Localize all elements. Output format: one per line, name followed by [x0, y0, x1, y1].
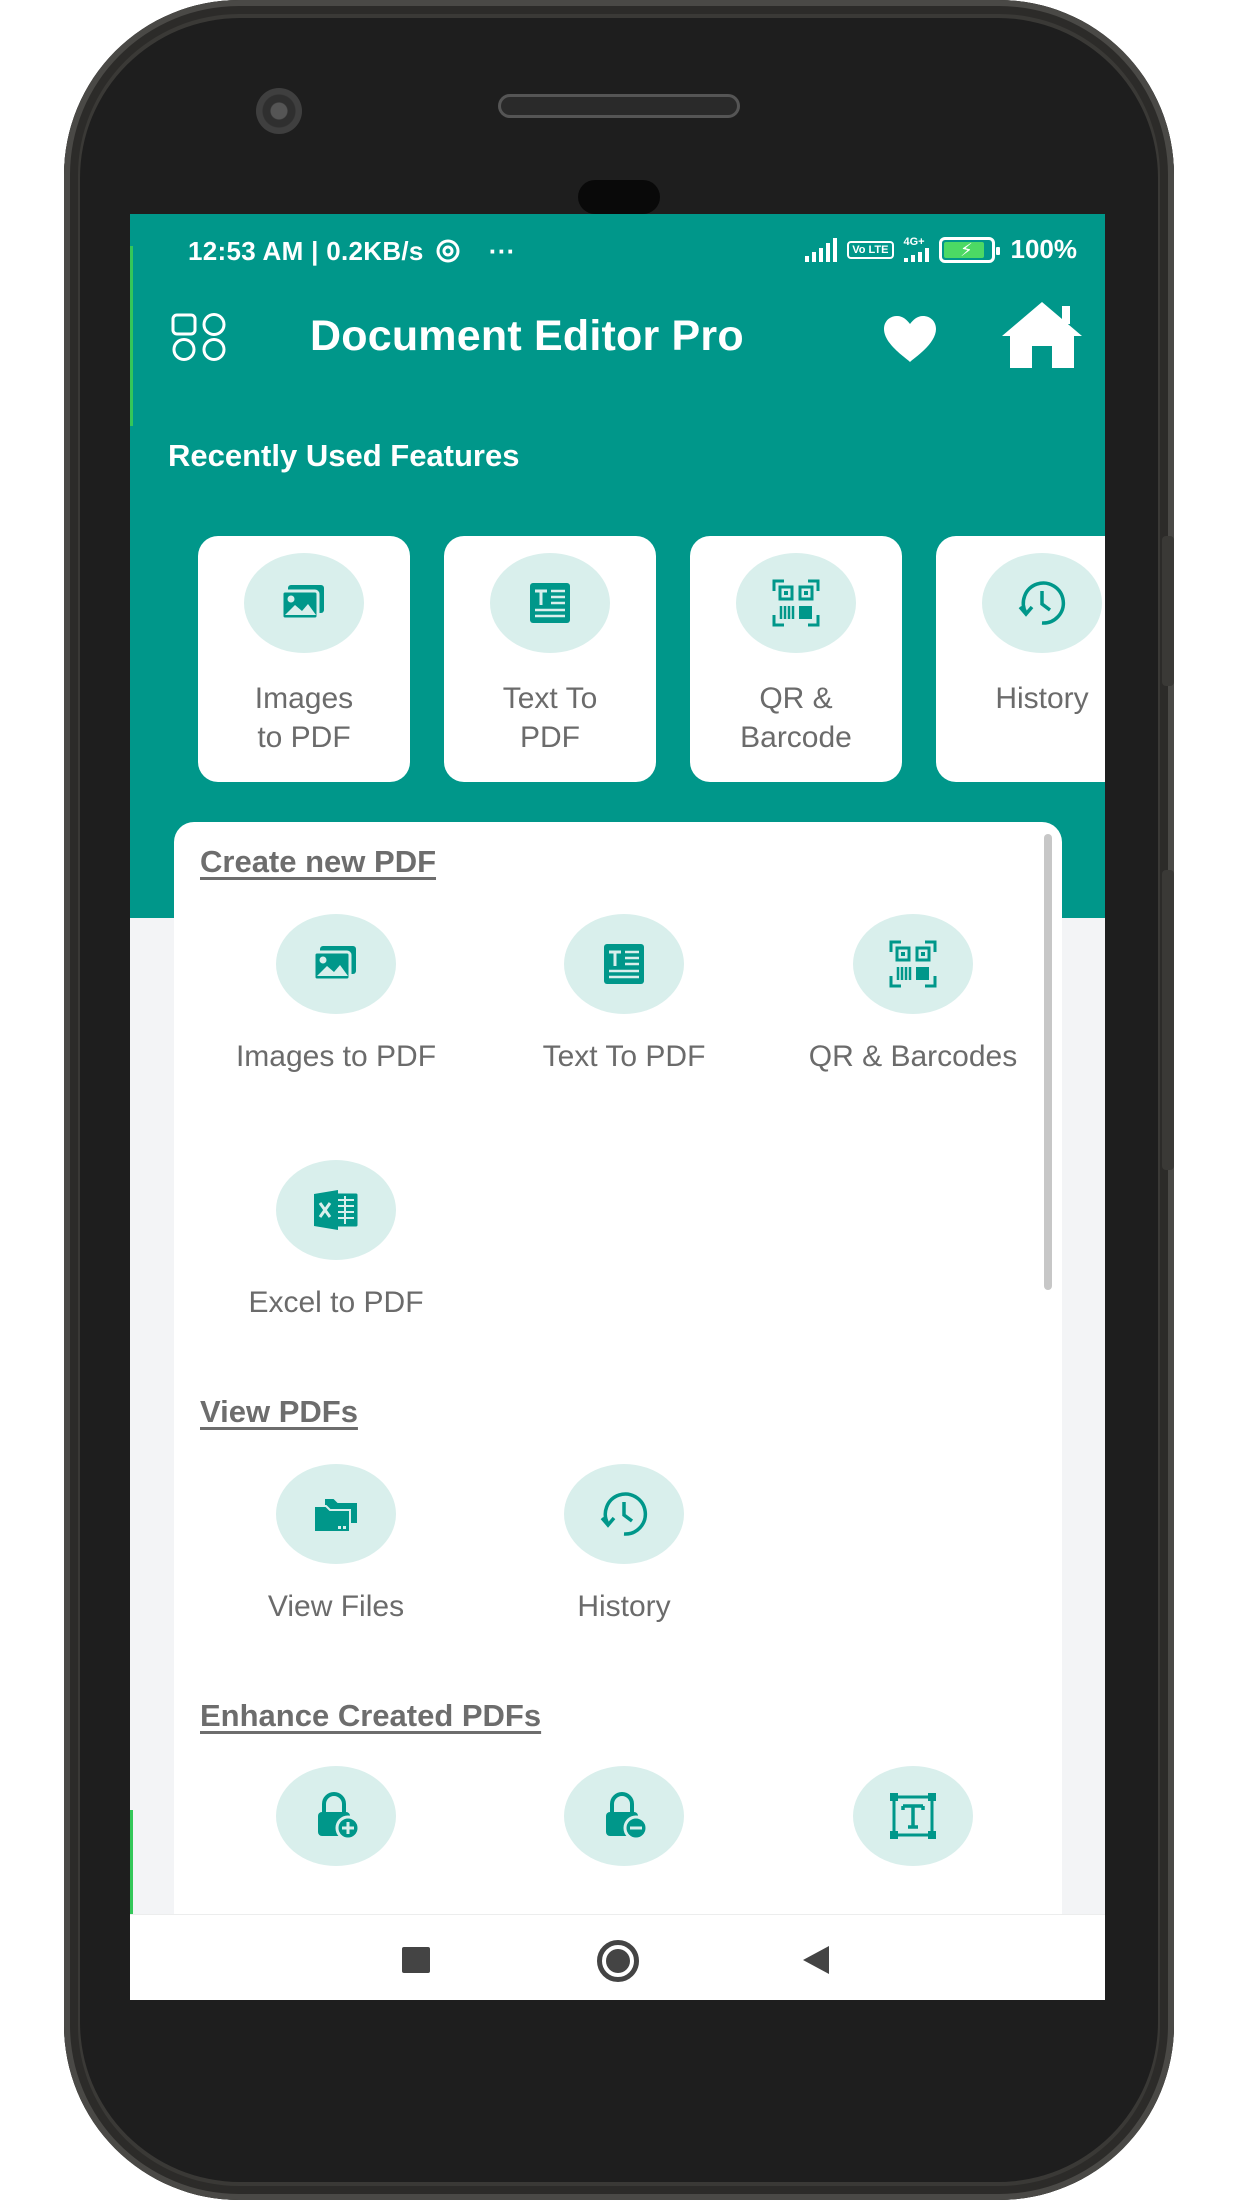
feature-excel-to-pdf[interactable]: Excel to PDF — [206, 1160, 466, 1320]
feature-add-text[interactable] — [783, 1766, 1043, 1866]
qr-code-icon — [772, 579, 820, 627]
icon-circle — [564, 914, 684, 1014]
back-button[interactable] — [803, 1946, 829, 1974]
icon-circle — [736, 553, 856, 653]
text-doc-icon — [530, 583, 570, 623]
lock-add-icon — [318, 1792, 361, 1841]
front-camera — [256, 88, 302, 134]
view-pdfs-section-title: View PDFs — [200, 1394, 358, 1429]
feature-unlock-pdf[interactable] — [494, 1766, 754, 1866]
recent-features-row: Images to PDF Text To PDF QR & Barcode H… — [198, 536, 1105, 786]
earpiece-speaker — [498, 94, 740, 118]
history-icon — [600, 1492, 648, 1536]
feature-label: QR & Barcodes — [808, 1040, 1018, 1073]
battery-icon: ⚡ — [938, 236, 1000, 263]
feature-lock-pdf[interactable] — [206, 1766, 466, 1866]
status-bar: 12:53 AM | 0.2KB/s ··· Vo LTE 4G+ ⚡ 100% — [130, 214, 1105, 294]
feature-history[interactable]: History — [494, 1464, 754, 1624]
recent-card-history[interactable]: History — [936, 536, 1105, 782]
feature-qr-barcodes[interactable]: QR & Barcodes — [783, 914, 1043, 1074]
signal-icon-2 — [903, 248, 929, 262]
excel-icon — [314, 1190, 359, 1230]
feature-label: Images to PDF — [235, 1040, 437, 1073]
enhance-pdfs-section-title: Enhance Created PDFs — [200, 1698, 542, 1733]
battery-percent: 100% — [1010, 234, 1078, 264]
recent-card-label: Text To PDF — [502, 682, 598, 754]
icon-circle — [853, 1766, 973, 1866]
feature-view-files[interactable]: View Files — [206, 1464, 466, 1624]
feature-label: Text To PDF — [542, 1040, 706, 1073]
history-icon — [1018, 581, 1066, 625]
network-type: 4G+ — [903, 236, 929, 262]
feature-text-to-pdf[interactable]: Text To PDF — [494, 914, 754, 1074]
signal-icon — [805, 237, 838, 262]
edge-accent — [130, 1810, 133, 1920]
create-pdf-section-title: Create new PDF — [200, 844, 437, 879]
icon-circle — [276, 1766, 396, 1866]
status-time: 12:53 AM | 0.2KB/s ··· — [188, 236, 516, 267]
icon-circle — [276, 1464, 396, 1564]
image-icon — [312, 946, 356, 982]
network-type-text: 4G+ — [903, 236, 925, 248]
icon-circle — [853, 914, 973, 1014]
recent-card-label: QR & Barcode — [740, 682, 852, 754]
features-panel: Create new PDF Images to PDF Text To PDF… — [174, 822, 1062, 2000]
menu-grid-icon[interactable] — [170, 312, 228, 362]
status-time-text: 12:53 AM | 0.2KB/s — [188, 236, 424, 266]
status-more: ··· — [488, 236, 516, 266]
icon-circle — [490, 553, 610, 653]
app-title: Document Editor Pro — [310, 312, 744, 360]
folders-icon — [313, 1497, 359, 1533]
icon-circle — [276, 1160, 396, 1260]
scrollbar[interactable] — [1044, 834, 1052, 1290]
qr-code-icon — [889, 940, 937, 988]
status-icons: Vo LTE 4G+ ⚡ 100% — [805, 234, 1077, 265]
recent-card-qr-barcode[interactable]: QR & Barcode — [690, 536, 902, 782]
icon-circle — [276, 914, 396, 1014]
image-icon — [280, 585, 324, 621]
phone-side-button-volume — [1162, 870, 1174, 1170]
phone-screen: 12:53 AM | 0.2KB/s ··· Vo LTE 4G+ ⚡ 100% — [130, 214, 1105, 2000]
recent-card-images-to-pdf[interactable]: Images to PDF — [198, 536, 410, 782]
icon-circle — [244, 553, 364, 653]
hotspot-icon — [436, 239, 460, 263]
home-icon[interactable] — [1000, 300, 1084, 370]
text-frame-icon — [890, 1793, 936, 1839]
favorite-heart-icon[interactable] — [882, 314, 938, 364]
proximity-sensor — [578, 180, 660, 214]
recent-card-label: History — [995, 682, 1089, 715]
icon-circle — [982, 553, 1102, 653]
recently-used-title: Recently Used Features — [168, 438, 520, 473]
icon-circle — [564, 1464, 684, 1564]
recent-apps-button[interactable] — [402, 1947, 430, 1973]
feature-label: History — [577, 1590, 671, 1623]
system-nav-bar — [130, 1914, 1105, 2000]
feature-label: Excel to PDF — [248, 1286, 424, 1319]
recent-card-text-to-pdf[interactable]: Text To PDF — [444, 536, 656, 782]
feature-images-to-pdf[interactable]: Images to PDF — [206, 914, 466, 1074]
lock-remove-icon — [606, 1792, 649, 1841]
volte-badge: Vo LTE — [847, 240, 894, 259]
home-nav-button[interactable] — [597, 1940, 639, 1982]
phone-side-button-top — [1162, 536, 1174, 686]
feature-label: View Files — [267, 1590, 405, 1623]
text-doc-icon — [604, 944, 644, 984]
recent-card-label: Images to PDF — [254, 682, 354, 754]
icon-circle — [564, 1766, 684, 1866]
